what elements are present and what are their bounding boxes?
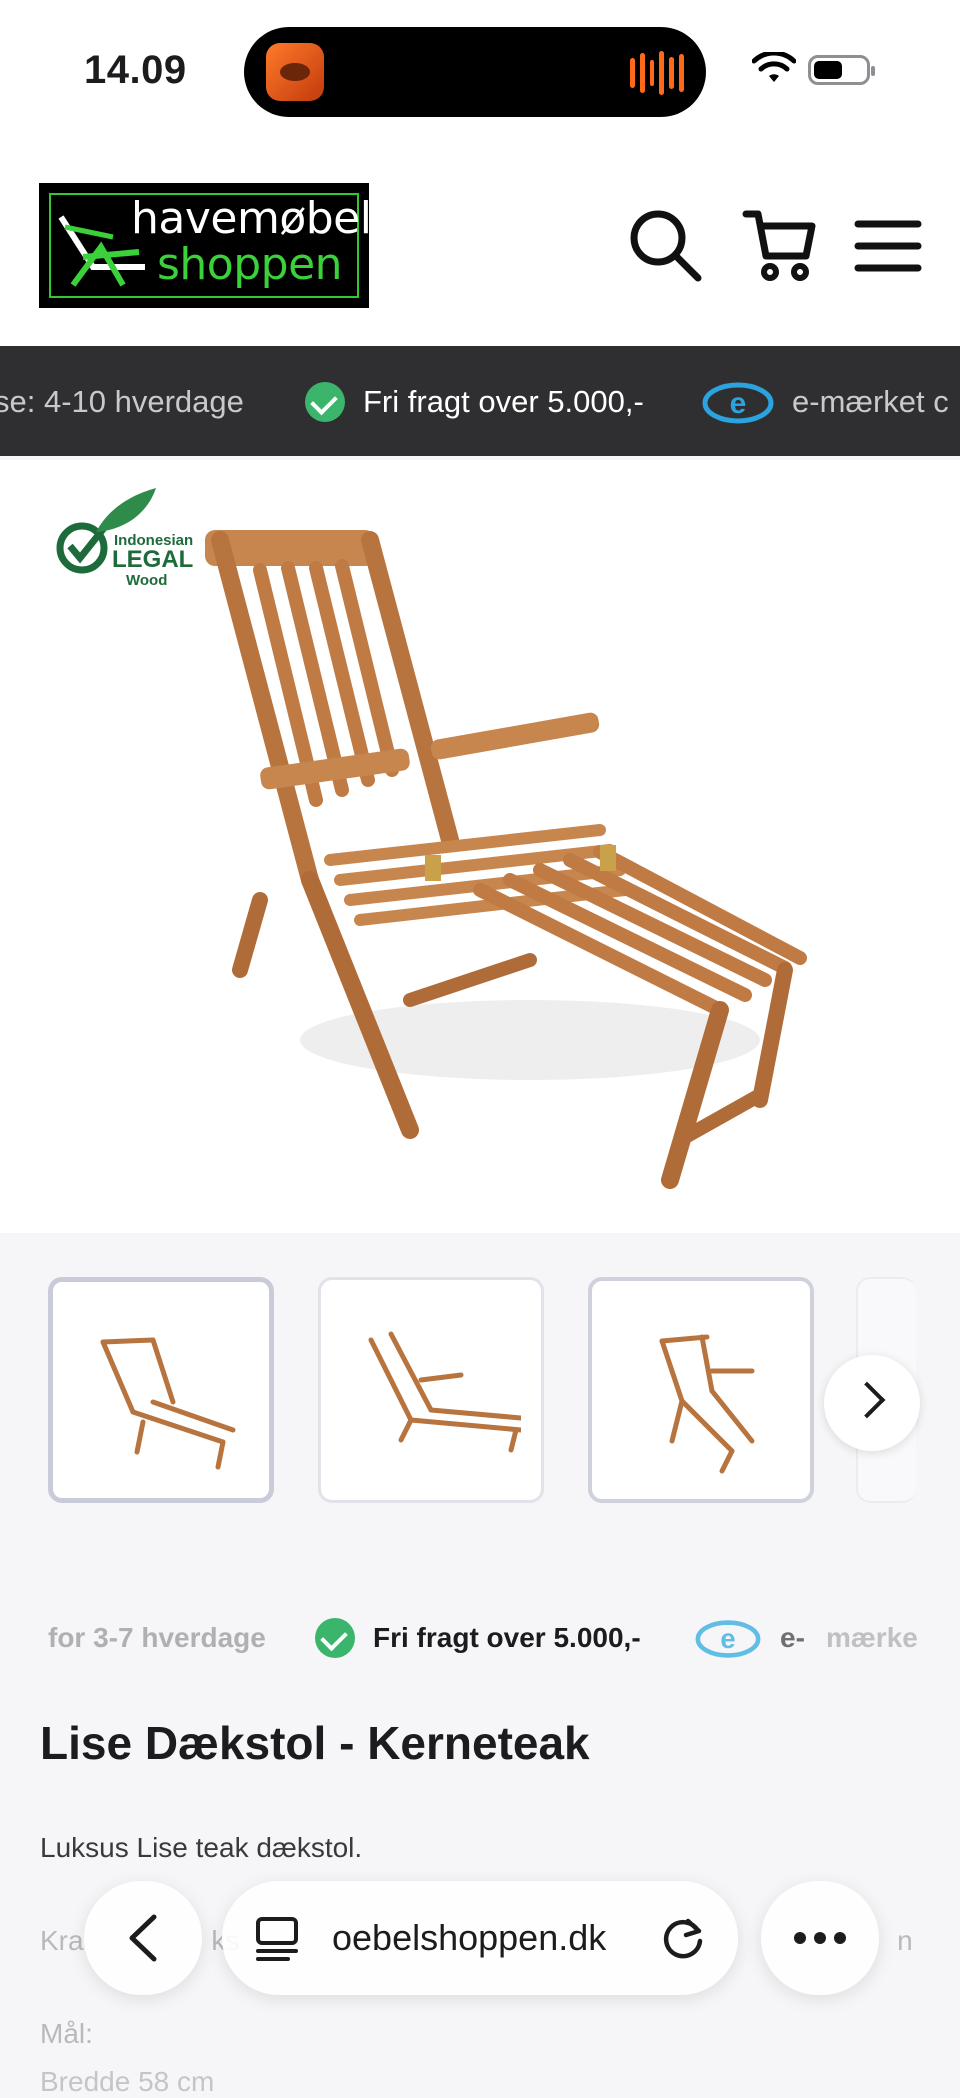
chevron-left-icon	[129, 1914, 157, 1962]
usp2-emark-text-2: mærke	[826, 1622, 918, 1653]
usp-ticker: se: 4-10 hverdage Fri fragt over 5.000,-…	[0, 346, 960, 456]
wifi-icon	[752, 52, 796, 82]
thumbnail-3[interactable]	[588, 1277, 814, 1503]
battery-icon	[808, 55, 875, 85]
cart-icon[interactable]	[742, 208, 818, 284]
tabs-overview-icon[interactable]	[252, 1915, 302, 1963]
ellipsis-icon	[794, 1932, 846, 1944]
usp-emark-text: e-mærket c	[792, 384, 949, 419]
thumbnail-gallery	[0, 1233, 960, 1533]
usp2-delivery-text: for 3-7 hverdage	[48, 1622, 266, 1654]
product-main-image[interactable]: Indonesian LEGAL Wood	[0, 460, 960, 1233]
browser-back-button[interactable]	[84, 1881, 202, 1995]
site-logo[interactable]: havemøbel shoppen	[39, 183, 372, 308]
indonesian-legal-wood-badge: Indonesian LEGAL Wood	[52, 482, 212, 589]
usp-free-shipping-text: Fri fragt over 5.000,-	[363, 384, 644, 419]
thumbnail-1[interactable]	[48, 1277, 274, 1503]
product-description: Luksus Lise teak dækstol.	[40, 1832, 363, 1863]
badge-text-3: Wood	[126, 572, 168, 589]
site-header: havemøbel shoppen	[0, 140, 960, 346]
search-icon[interactable]	[628, 208, 704, 284]
deckchair-photo	[205, 530, 807, 1189]
usp-strip: for 3-7 hverdage Fri fragt over 5.000,- …	[0, 1600, 960, 1660]
usp2-delivery-label: for 3-7 hverdage	[48, 1622, 266, 1653]
reload-icon[interactable]	[658, 1913, 708, 1963]
dynamic-island[interactable]	[244, 27, 706, 117]
chevron-right-icon	[848, 1381, 886, 1419]
thumbnail-1-image	[100, 1337, 236, 1470]
product-text-fragment-3: n	[897, 1925, 913, 1956]
check-circle-icon	[315, 1618, 355, 1658]
check-circle-icon	[305, 382, 345, 422]
now-playing-app-icon	[266, 43, 324, 101]
menu-icon[interactable]	[850, 208, 926, 284]
next-image-button[interactable]	[824, 1355, 920, 1451]
badge-text-2: LEGAL	[112, 546, 194, 573]
svg-text:e: e	[730, 387, 747, 420]
e-maerket-icon: e	[702, 382, 774, 424]
audio-waveform-icon	[630, 51, 684, 95]
product-title: Lise Dækstol - Kerneteak	[40, 1717, 590, 1769]
browser-more-button[interactable]	[761, 1881, 879, 1995]
product-text-fragment-1: Kra	[40, 1925, 84, 1956]
dimensions-width: Bredde 58 cm	[40, 2066, 215, 2097]
e-maerket-icon: e	[695, 1620, 761, 1658]
thumbnail-2-image	[368, 1331, 521, 1453]
browser-url-bar[interactable]: oebelshoppen.dk	[222, 1881, 738, 1995]
usp2-emark-text: e-	[780, 1622, 805, 1653]
usp-delivery-text: se: 4-10 hverdage	[0, 384, 244, 419]
status-time: 14.09	[84, 48, 187, 92]
dimensions-label: Mål:	[40, 2018, 93, 2049]
usp2-free-shipping-text: Fri fragt over 5.000,-	[373, 1622, 641, 1653]
svg-text:e: e	[720, 1623, 735, 1654]
thumbnail-2[interactable]	[318, 1277, 544, 1503]
status-bar: 14.09	[0, 0, 960, 140]
url-text: oebelshoppen.dk	[332, 1917, 607, 1958]
logo-text-line1: havemøbel	[131, 193, 372, 244]
thumbnail-3-image	[659, 1334, 755, 1474]
logo-text-line2: shoppen	[157, 239, 343, 290]
